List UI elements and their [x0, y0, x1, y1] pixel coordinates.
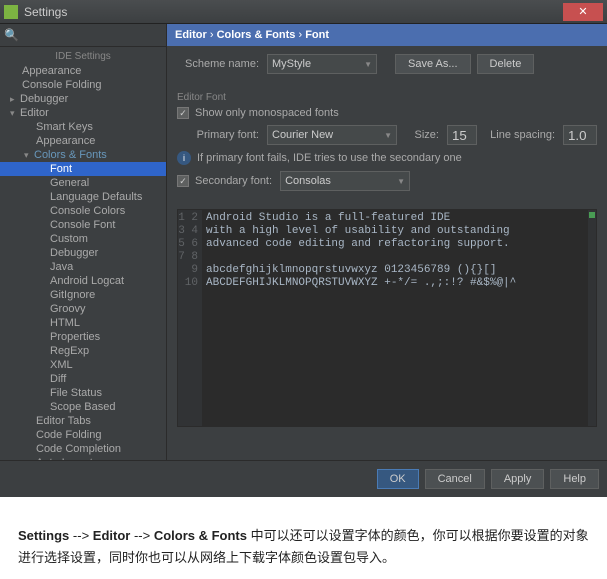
tree-item[interactable]: Java [0, 260, 166, 274]
tree-item[interactable]: Code Completion [0, 442, 166, 456]
main-panel: Editor › Colors & Fonts › Font Scheme na… [167, 24, 607, 460]
help-button[interactable]: Help [550, 469, 599, 489]
breadcrumb-3: Font [305, 29, 329, 41]
editor-font-section: Editor Font [167, 88, 607, 107]
save-as-button[interactable]: Save As... [395, 54, 471, 74]
settings-window: Settings ✕ 🔍 IDE Settings AppearanceCons… [0, 0, 607, 497]
scheme-select[interactable]: MyStyle ▼ [267, 54, 377, 74]
search-icon: 🔍 [4, 28, 19, 42]
tree-item[interactable]: Scope Based [0, 400, 166, 414]
tree-item[interactable]: Custom [0, 232, 166, 246]
app-icon [4, 5, 18, 19]
tree-item[interactable]: Properties [0, 330, 166, 344]
tree-item[interactable]: Editor Tabs [0, 414, 166, 428]
chevron-down-icon: ▼ [364, 60, 372, 69]
tree-item[interactable]: Groovy [0, 302, 166, 316]
settings-tree[interactable]: IDE Settings AppearanceConsole FoldingDe… [0, 47, 166, 460]
sidebar: 🔍 IDE Settings AppearanceConsole Folding… [0, 24, 167, 460]
caption-text: Settings --> Editor --> Colors & Fonts 中… [0, 497, 607, 579]
tree-item[interactable]: Console Colors [0, 204, 166, 218]
secondary-font-select[interactable]: Consolas ▼ [280, 171, 410, 191]
monospaced-label: Show only monospaced fonts [195, 107, 339, 119]
marker-dot [589, 212, 595, 218]
titlebar[interactable]: Settings ✕ [0, 0, 607, 24]
tree-item[interactable]: File Status [0, 386, 166, 400]
tree-item[interactable]: Console Font [0, 218, 166, 232]
preview-code[interactable]: Android Studio is a full-featured IDE wi… [202, 210, 588, 426]
dialog-footer: OK Cancel Apply Help [0, 460, 607, 497]
tree-item[interactable]: Console Folding [0, 78, 166, 92]
scheme-value: MyStyle [272, 58, 311, 70]
breadcrumb-1: Editor [175, 29, 207, 41]
tree-item[interactable]: Auto Import [0, 456, 166, 460]
fallback-text: If primary font fails, IDE tries to use … [197, 152, 462, 164]
font-preview: 1 2 3 4 5 6 7 8 9 10 Android Studio is a… [177, 209, 597, 427]
monospaced-checkbox[interactable] [177, 107, 189, 119]
line-gutter: 1 2 3 4 5 6 7 8 9 10 [178, 210, 202, 426]
tree-item[interactable]: Colors & Fonts [0, 148, 166, 162]
tree-item[interactable]: General [0, 176, 166, 190]
tree-item[interactable]: Language Defaults [0, 190, 166, 204]
chevron-down-icon: ▼ [384, 131, 392, 140]
tree-item[interactable]: Editor [0, 106, 166, 120]
search-box[interactable]: 🔍 [0, 24, 166, 47]
tree-item[interactable]: XML [0, 358, 166, 372]
delete-button[interactable]: Delete [477, 54, 535, 74]
tree-item[interactable]: Appearance [0, 134, 166, 148]
chevron-down-icon: ▼ [397, 177, 405, 186]
size-label: Size: [397, 129, 447, 141]
window-title: Settings [24, 5, 563, 19]
primary-font-select[interactable]: Courier New ▼ [267, 125, 397, 145]
size-input[interactable] [447, 125, 477, 145]
tree-item[interactable]: Font [0, 162, 166, 176]
info-icon: i [177, 151, 191, 165]
primary-font-label: Primary font: [177, 129, 267, 141]
close-icon[interactable]: ✕ [563, 3, 603, 21]
breadcrumb: Editor › Colors & Fonts › Font [167, 24, 607, 46]
tree-item[interactable]: GitIgnore [0, 288, 166, 302]
tree-item[interactable]: Appearance [0, 64, 166, 78]
spacing-label: Line spacing: [477, 129, 563, 141]
tree-item[interactable]: HTML [0, 316, 166, 330]
marker-strip [588, 210, 596, 426]
spacing-input[interactable] [563, 125, 597, 145]
secondary-font-label: Secondary font: [195, 175, 280, 187]
secondary-checkbox[interactable] [177, 175, 189, 187]
tree-item[interactable]: Diff [0, 372, 166, 386]
ok-button[interactable]: OK [377, 469, 419, 489]
tree-item[interactable]: Debugger [0, 92, 166, 106]
tree-item[interactable]: Code Folding [0, 428, 166, 442]
cancel-button[interactable]: Cancel [425, 469, 485, 489]
tree-item[interactable]: Debugger [0, 246, 166, 260]
breadcrumb-2: Colors & Fonts [217, 29, 296, 41]
apply-button[interactable]: Apply [491, 469, 545, 489]
tree-item[interactable]: Smart Keys [0, 120, 166, 134]
tree-header: IDE Settings [0, 49, 166, 64]
tree-item[interactable]: RegExp [0, 344, 166, 358]
secondary-font-value: Consolas [285, 175, 331, 187]
tree-item[interactable]: Android Logcat [0, 274, 166, 288]
primary-font-value: Courier New [272, 129, 333, 141]
scheme-label: Scheme name: [177, 58, 267, 70]
